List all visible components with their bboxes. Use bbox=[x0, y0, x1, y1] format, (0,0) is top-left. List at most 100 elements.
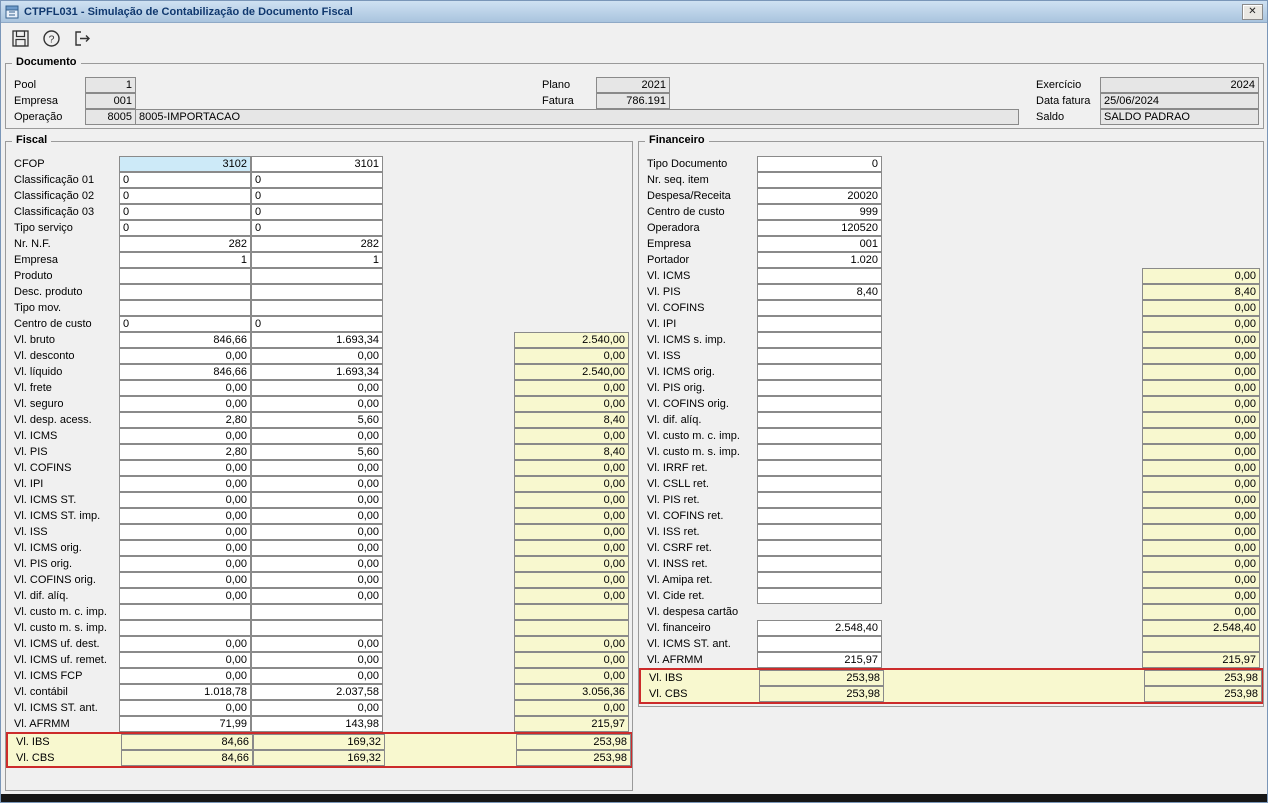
fiscal-col2-field[interactable]: 0 bbox=[251, 316, 383, 332]
financeiro-col1-field[interactable] bbox=[757, 444, 882, 460]
help-button[interactable]: ? bbox=[39, 26, 63, 50]
fiscal-col2-field[interactable]: 0,00 bbox=[251, 652, 383, 668]
financeiro-col1-field[interactable] bbox=[757, 636, 882, 652]
fiscal-col2-field[interactable]: 0,00 bbox=[251, 348, 383, 364]
financeiro-col1-field[interactable] bbox=[757, 508, 882, 524]
fiscal-col1-field[interactable] bbox=[119, 620, 251, 636]
financeiro-col1-field[interactable]: 215,97 bbox=[757, 652, 882, 668]
financeiro-col1-field[interactable] bbox=[757, 540, 882, 556]
financeiro-col1-field[interactable]: 253,98 bbox=[759, 670, 884, 686]
financeiro-col1-field[interactable]: 999 bbox=[757, 204, 882, 220]
fiscal-col2-field[interactable]: 0 bbox=[251, 188, 383, 204]
fiscal-col2-field[interactable]: 0,00 bbox=[251, 588, 383, 604]
fiscal-col2-field[interactable] bbox=[251, 284, 383, 300]
fiscal-col1-field[interactable]: 1.018,78 bbox=[119, 684, 251, 700]
financeiro-col1-field[interactable] bbox=[757, 524, 882, 540]
fiscal-col1-field[interactable]: 84,66 bbox=[121, 734, 253, 750]
fiscal-col2-field[interactable]: 2.037,58 bbox=[251, 684, 383, 700]
fiscal-col2-field[interactable]: 1 bbox=[251, 252, 383, 268]
fiscal-col2-field[interactable]: 143,98 bbox=[251, 716, 383, 732]
fiscal-col2-field[interactable]: 0,00 bbox=[251, 508, 383, 524]
fiscal-col2-field[interactable]: 0,00 bbox=[251, 524, 383, 540]
fiscal-col2-field[interactable]: 5,60 bbox=[251, 412, 383, 428]
fiscal-col2-field[interactable] bbox=[251, 268, 383, 284]
financeiro-col1-field[interactable] bbox=[757, 172, 882, 188]
fiscal-col2-field[interactable]: 1.693,34 bbox=[251, 332, 383, 348]
financeiro-col1-field[interactable] bbox=[757, 588, 882, 604]
fiscal-col2-field[interactable]: 0,00 bbox=[251, 668, 383, 684]
fiscal-col1-field[interactable]: 0,00 bbox=[119, 524, 251, 540]
fiscal-col1-field[interactable]: 0 bbox=[119, 316, 251, 332]
financeiro-col1-field[interactable] bbox=[757, 572, 882, 588]
fiscal-col1-field[interactable] bbox=[119, 268, 251, 284]
financeiro-col1-field[interactable] bbox=[757, 268, 882, 284]
fiscal-col1-field[interactable]: 0,00 bbox=[119, 572, 251, 588]
fiscal-col1-field[interactable]: 0 bbox=[119, 172, 251, 188]
fiscal-col2-field[interactable]: 5,60 bbox=[251, 444, 383, 460]
fiscal-col1-field[interactable]: 84,66 bbox=[121, 750, 253, 766]
financeiro-col1-field[interactable] bbox=[757, 460, 882, 476]
fiscal-col2-field[interactable]: 1.693,34 bbox=[251, 364, 383, 380]
fiscal-col1-field[interactable]: 2,80 bbox=[119, 444, 251, 460]
fiscal-col2-field[interactable]: 169,32 bbox=[253, 734, 385, 750]
fiscal-col1-field[interactable]: 0,00 bbox=[119, 460, 251, 476]
fiscal-col1-field[interactable]: 846,66 bbox=[119, 364, 251, 380]
fiscal-col1-field[interactable]: 0 bbox=[119, 204, 251, 220]
fiscal-col1-field[interactable]: 0,00 bbox=[119, 636, 251, 652]
financeiro-col1-field[interactable] bbox=[757, 364, 882, 380]
financeiro-col1-field[interactable] bbox=[757, 332, 882, 348]
financeiro-col1-field[interactable] bbox=[757, 396, 882, 412]
financeiro-col1-field[interactable] bbox=[757, 492, 882, 508]
fiscal-col2-field[interactable]: 0 bbox=[251, 220, 383, 236]
fiscal-col1-field[interactable]: 0,00 bbox=[119, 428, 251, 444]
fiscal-col1-field[interactable]: 1 bbox=[119, 252, 251, 268]
fiscal-col2-field[interactable]: 0,00 bbox=[251, 460, 383, 476]
fiscal-col2-field[interactable] bbox=[251, 604, 383, 620]
fiscal-col2-field[interactable]: 0,00 bbox=[251, 476, 383, 492]
fiscal-col2-field[interactable]: 0,00 bbox=[251, 556, 383, 572]
financeiro-col1-field[interactable]: 8,40 bbox=[757, 284, 882, 300]
fiscal-col1-field[interactable]: 0,00 bbox=[119, 380, 251, 396]
fiscal-col1-field[interactable]: 0,00 bbox=[119, 540, 251, 556]
fiscal-col2-field[interactable]: 0,00 bbox=[251, 636, 383, 652]
save-button[interactable] bbox=[8, 26, 32, 50]
financeiro-col1-field[interactable] bbox=[757, 556, 882, 572]
financeiro-col1-field[interactable]: 0 bbox=[757, 156, 882, 172]
fiscal-col2-field[interactable]: 0,00 bbox=[251, 380, 383, 396]
fiscal-col1-field[interactable] bbox=[119, 604, 251, 620]
financeiro-col1-field[interactable] bbox=[757, 316, 882, 332]
fiscal-col2-field[interactable]: 0,00 bbox=[251, 572, 383, 588]
fiscal-col1-field[interactable] bbox=[119, 300, 251, 316]
fiscal-col1-field[interactable]: 2,80 bbox=[119, 412, 251, 428]
financeiro-col1-field[interactable]: 253,98 bbox=[759, 686, 884, 702]
fiscal-col1-field[interactable]: 0,00 bbox=[119, 492, 251, 508]
fiscal-col2-field[interactable] bbox=[251, 300, 383, 316]
financeiro-col1-field[interactable] bbox=[757, 348, 882, 364]
fiscal-col1-field[interactable]: 0,00 bbox=[119, 588, 251, 604]
financeiro-col1-field[interactable]: 2.548,40 bbox=[757, 620, 882, 636]
financeiro-col1-field[interactable] bbox=[757, 428, 882, 444]
financeiro-col1-field[interactable] bbox=[757, 380, 882, 396]
financeiro-col1-field[interactable]: 001 bbox=[757, 236, 882, 252]
fiscal-col1-field[interactable]: 282 bbox=[119, 236, 251, 252]
financeiro-col1-field[interactable] bbox=[757, 476, 882, 492]
financeiro-col1-field[interactable]: 120520 bbox=[757, 220, 882, 236]
fiscal-col2-field[interactable]: 0,00 bbox=[251, 700, 383, 716]
financeiro-col1-field[interactable] bbox=[757, 412, 882, 428]
financeiro-col1-field[interactable]: 1.020 bbox=[757, 252, 882, 268]
fiscal-col2-field[interactable]: 3101 bbox=[251, 156, 383, 172]
fiscal-col1-field[interactable]: 0,00 bbox=[119, 668, 251, 684]
fiscal-col1-field[interactable]: 71,99 bbox=[119, 716, 251, 732]
financeiro-col1-field[interactable] bbox=[757, 300, 882, 316]
fiscal-col2-field[interactable]: 169,32 bbox=[253, 750, 385, 766]
fiscal-col2-field[interactable]: 0,00 bbox=[251, 428, 383, 444]
fiscal-col2-field[interactable] bbox=[251, 620, 383, 636]
fiscal-col1-field[interactable]: 0,00 bbox=[119, 700, 251, 716]
fiscal-col2-field[interactable]: 0 bbox=[251, 204, 383, 220]
fiscal-col1-field[interactable]: 0,00 bbox=[119, 396, 251, 412]
fiscal-col2-field[interactable]: 0,00 bbox=[251, 492, 383, 508]
exit-button[interactable] bbox=[70, 26, 94, 50]
fiscal-col1-field[interactable]: 0,00 bbox=[119, 476, 251, 492]
close-button[interactable]: ✕ bbox=[1242, 3, 1263, 20]
financeiro-col1-field[interactable]: 20020 bbox=[757, 188, 882, 204]
